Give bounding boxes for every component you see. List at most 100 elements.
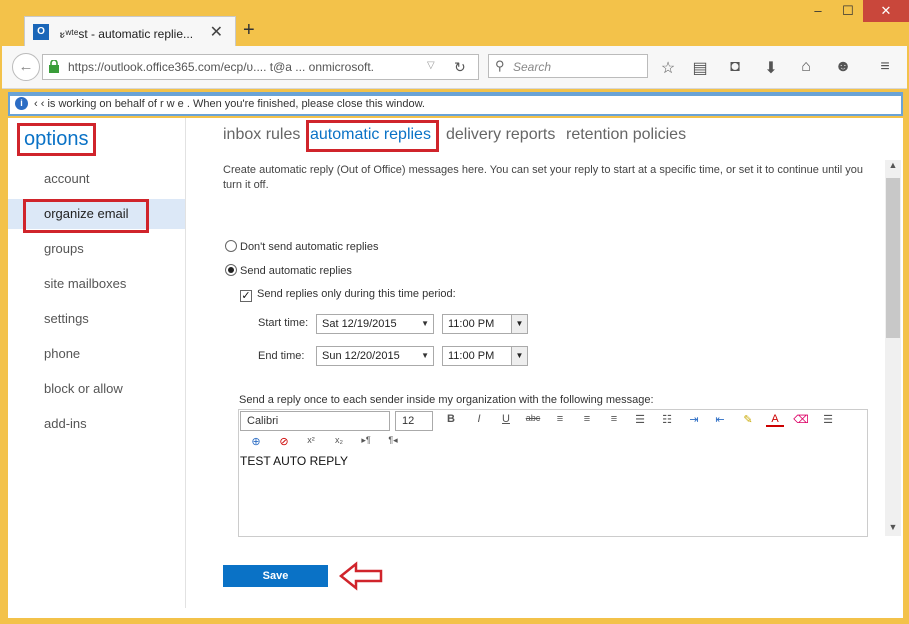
reading-list-icon[interactable]: ▤ [690,58,710,78]
radio-dont-send[interactable]: Don't send automatic replies [225,240,378,253]
download-icon[interactable]: ⬇ [761,58,781,78]
font-size-select[interactable]: 12 [395,411,433,431]
clear-formatting-icon[interactable]: ⌫ [792,413,810,426]
radio-label: Send automatic replies [240,265,352,277]
sidebar-item-groups[interactable]: groups [8,234,185,264]
page-content: options account organize email groups si… [8,118,903,618]
superscript-icon[interactable]: x² [302,435,320,445]
back-button[interactable]: ← [12,53,40,81]
save-button[interactable]: Save [223,565,328,587]
lock-icon [49,60,59,73]
checkbox[interactable]: ✓ [240,290,252,302]
menu-icon[interactable]: ≡ [875,58,895,76]
chevron-down-icon: ▼ [511,347,527,365]
bold-icon[interactable]: B [442,413,460,425]
time-period-checkbox[interactable]: ✓ Send replies only during this time peri… [240,288,456,302]
start-time-value: 11:00 PM [448,318,495,330]
underline-icon[interactable]: U [497,413,515,425]
align-center-icon[interactable]: ≡ [578,413,596,425]
ltr-icon[interactable]: ▸¶ [357,435,375,446]
bullet-list-icon[interactable]: ☰ [631,413,649,426]
editor-body-text[interactable]: TEST AUTO REPLY [240,454,348,468]
insert-link-icon[interactable]: ⊕ [247,435,265,448]
maximize-button[interactable]: ☐ [833,0,863,22]
start-time-select[interactable]: 11:00 PM ▼ [442,314,528,334]
end-time-value: 11:00 PM [448,350,495,362]
browser-tab[interactable]: O ะʷᵗᵉst - automatic replie... ✕ [24,16,236,48]
sidebar-item-add-ins[interactable]: add-ins [8,409,185,439]
strikethrough-icon[interactable]: abc [524,413,542,423]
radio-send[interactable]: Send automatic replies [225,264,352,277]
chevron-down-icon: ▼ [421,319,429,328]
home-icon[interactable]: ⌂ [796,58,816,76]
chevron-down-icon: ▼ [421,351,429,360]
page-title: options [17,123,96,156]
numbered-list-icon[interactable]: ☷ [658,413,676,426]
minimize-button[interactable]: – [803,0,833,22]
browser-window: O ะʷᵗᵉst - automatic replie... ✕ + – ☐ ✕… [0,0,909,624]
remove-link-icon[interactable]: ⊘ [275,435,293,448]
sidebar-item-settings[interactable]: settings [8,304,185,334]
tab-automatic-replies[interactable]: automatic replies [310,126,431,144]
scrollbar[interactable]: ▲ ▼ [885,160,901,536]
description-text: Create automatic reply (Out of Office) m… [223,164,863,191]
notification-text: ‹ ‹ is working on behalf of r w e . When… [34,98,425,110]
search-input[interactable]: ⚲ Search [488,54,648,78]
sidebar-item-phone[interactable]: phone [8,339,185,369]
message-editor[interactable]: Calibri 12 B I U abc ≡ ≡ ≡ ☰ ☷ ⇥ ⇤ ✎ A ⌫… [238,409,868,537]
outdent-icon[interactable]: ⇤ [711,413,729,426]
info-icon: i [15,97,28,110]
start-time-label: Start time: [258,317,309,329]
tab-title: ะʷᵗᵉst - automatic replie... [59,27,194,41]
radio-button[interactable] [225,240,237,252]
tab-strip: O ะʷᵗᵉst - automatic replie... ✕ + – ☐ ✕ [0,0,909,48]
scrollbar-thumb[interactable] [886,178,900,338]
chevron-down-icon: ▼ [511,315,527,333]
highlight-icon[interactable]: ✎ [739,413,757,426]
rtl-icon[interactable]: ¶◂ [384,435,402,446]
smiley-icon[interactable]: ☻ [833,58,853,76]
window-controls: – ☐ ✕ [803,0,909,22]
annotation-arrow-icon [338,561,383,591]
close-window-button[interactable]: ✕ [863,0,909,22]
chevron-down-icon[interactable]: ▽ [427,60,435,71]
tab-retention-policies[interactable]: retention policies [566,126,686,144]
checkbox-label: Send replies only during this time perio… [257,288,456,300]
address-bar[interactable]: https://outlook.office365.com/ecp/ᴜ.... … [42,54,479,80]
radio-label: Don't send automatic replies [240,241,379,253]
start-date-select[interactable]: Sat 12/19/2015 ▼ [316,314,434,334]
end-time-select[interactable]: 11:00 PM ▼ [442,346,528,366]
tab-delivery-reports[interactable]: delivery reports [446,126,555,144]
indent-icon[interactable]: ⇥ [685,413,703,426]
end-date-value: Sun 12/20/2015 [322,350,400,362]
pocket-icon[interactable]: ◘ [725,58,745,76]
url-text: https://outlook.office365.com/ecp/ᴜ.... … [68,60,374,74]
new-tab-button[interactable]: + [243,19,255,42]
sidebar-item-site-mailboxes[interactable]: site mailboxes [8,269,185,299]
scroll-down-icon[interactable]: ▼ [885,522,901,536]
italic-icon[interactable]: I [470,413,488,425]
navigation-toolbar: ← https://outlook.office365.com/ecp/ᴜ...… [2,46,907,89]
align-right-icon[interactable]: ≡ [605,413,623,425]
main-panel: inbox rules automatic replies delivery r… [188,118,903,618]
close-tab-icon[interactable]: ✕ [210,22,223,42]
end-date-select[interactable]: Sun 12/20/2015 ▼ [316,346,434,366]
bookmark-star-icon[interactable]: ☆ [658,58,678,78]
outlook-logo-icon: O [33,24,49,40]
message-label: Send a reply once to each sender inside … [239,394,654,406]
paragraph-icon[interactable]: ☰ [819,413,837,426]
scroll-up-icon[interactable]: ▲ [885,160,901,174]
sidebar-item-account[interactable]: account [8,164,185,194]
sidebar: options account organize email groups si… [8,118,186,608]
align-left-icon[interactable]: ≡ [551,413,569,425]
font-color-icon[interactable]: A [766,413,784,427]
reload-icon[interactable]: ↻ [454,59,466,76]
radio-button[interactable] [225,264,237,276]
subscript-icon[interactable]: x₂ [330,435,348,445]
end-time-label: End time: [258,350,305,362]
tab-inbox-rules[interactable]: inbox rules [223,126,300,144]
notification-bar: i ‹ ‹ is working on behalf of r w e . Wh… [8,92,903,116]
search-icon: ⚲ [495,58,505,73]
sidebar-item-block-or-allow[interactable]: block or allow [8,374,185,404]
font-family-select[interactable]: Calibri [240,411,390,431]
